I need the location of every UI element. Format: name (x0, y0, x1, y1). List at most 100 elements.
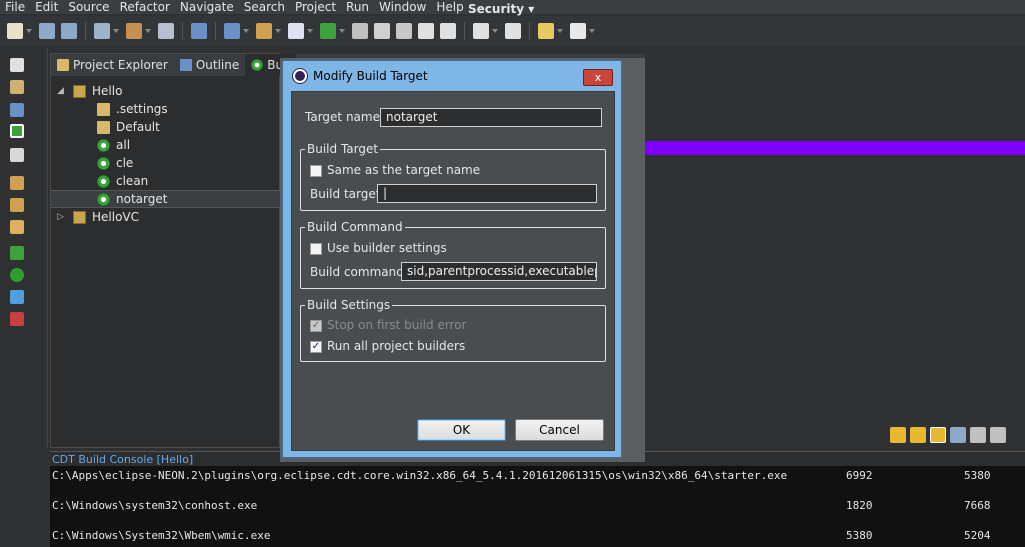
pencil-icon[interactable] (10, 220, 24, 234)
annotation-icon[interactable] (473, 23, 489, 39)
cancel-button[interactable]: Cancel (515, 419, 604, 441)
menu-refactor[interactable]: Refactor (115, 0, 175, 14)
dialog-title-bar[interactable]: Modify Build Target (283, 61, 621, 91)
menu-search[interactable]: Search (239, 0, 290, 14)
build-command-field[interactable]: sid,parentprocessid,executablepath (401, 262, 597, 281)
build-target-label: Build target: (310, 187, 385, 201)
run-target-dropdown-icon[interactable] (339, 29, 345, 33)
document-icon[interactable] (418, 23, 434, 39)
forward-dropdown-icon[interactable] (589, 29, 595, 33)
explorer-icon[interactable] (10, 80, 24, 94)
menu-run[interactable]: Run (341, 0, 374, 14)
tree-item-cle[interactable]: cle (97, 154, 133, 172)
same-as-target-checkbox[interactable] (310, 165, 322, 177)
open-folder-dropdown-icon[interactable] (275, 29, 281, 33)
tab-outline[interactable]: Outline (174, 54, 245, 76)
tree-item-clean[interactable]: clean (97, 172, 148, 190)
new-icon[interactable] (7, 23, 23, 39)
new-dropdown-icon[interactable] (26, 29, 32, 33)
folder-icon (97, 102, 110, 116)
back-arrow-icon[interactable] (538, 23, 554, 39)
tree-item-default[interactable]: Default (97, 118, 160, 136)
sync-icon[interactable] (930, 427, 946, 443)
settings-dropdown-icon[interactable] (113, 29, 119, 33)
project-explorer-icon (57, 59, 69, 71)
debug-run-icon[interactable] (10, 246, 24, 260)
toolbar-separator (464, 22, 465, 40)
target-name-label: Target name: (305, 110, 385, 124)
minimize-icon[interactable] (10, 58, 24, 72)
open-folder-icon[interactable] (10, 176, 24, 190)
coverage-icon[interactable] (10, 290, 24, 304)
toggle-icon[interactable] (352, 23, 368, 39)
forward-arrow-icon[interactable] (570, 23, 586, 39)
menu-file[interactable]: File (0, 0, 30, 14)
run-all-builders-label: Run all project builders (327, 339, 466, 353)
expanded-arrow-icon[interactable]: ◢ (57, 86, 67, 96)
new-project-dropdown-icon[interactable] (243, 29, 249, 33)
menu-project[interactable]: Project (290, 0, 341, 14)
open-folder-icon[interactable] (256, 23, 272, 39)
console-pid: 1820 (846, 499, 873, 512)
menu-navigate[interactable]: Navigate (175, 0, 239, 14)
tree-item-label: notarget (116, 192, 168, 206)
new-class-dropdown-icon[interactable] (307, 29, 313, 33)
editor-area (645, 53, 1025, 448)
target-name-field[interactable]: notarget (380, 108, 602, 127)
menu-help[interactable]: Help (431, 0, 468, 14)
run-all-builders-checkbox[interactable]: ✓ (310, 341, 322, 353)
debug-icon[interactable] (158, 23, 174, 39)
console-pid: 5380 (846, 529, 873, 542)
settings-icon[interactable] (94, 23, 110, 39)
task-icon[interactable] (10, 148, 24, 162)
tree-item-hello[interactable]: ◢ Hello (57, 82, 122, 100)
save-all-icon[interactable] (61, 23, 77, 39)
last-edit-icon[interactable] (505, 23, 521, 39)
menu-window[interactable]: Window (374, 0, 431, 14)
arrow-down-icon[interactable] (890, 427, 906, 443)
menu-source[interactable]: Source (63, 0, 114, 14)
pin-console-icon[interactable] (950, 427, 966, 443)
collapsed-arrow-icon[interactable]: ▷ (57, 212, 67, 222)
tab-label: Outline (195, 58, 240, 72)
tree-item-settings[interactable]: .settings (97, 100, 168, 118)
toolbar-separator (529, 22, 530, 40)
same-as-target-label: Same as the target name (327, 163, 481, 177)
security-menu[interactable]: Security ▾ (468, 2, 534, 16)
new-project-icon[interactable] (224, 23, 240, 39)
build-dropdown-icon[interactable] (145, 29, 151, 33)
console-ppid: 5204 (964, 529, 991, 542)
tab-project-explorer[interactable]: Project Explorer (51, 54, 174, 76)
make-target-icon (97, 138, 110, 152)
annotation-dropdown-icon[interactable] (492, 29, 498, 33)
menu-edit[interactable]: Edit (30, 0, 63, 14)
save-icon[interactable] (39, 23, 55, 39)
build-target-field[interactable]: | (377, 184, 597, 203)
tree-item-hellovc[interactable]: ▷ HelloVC (57, 208, 139, 226)
make-target-icon[interactable] (10, 124, 24, 138)
external-tools-icon[interactable] (10, 312, 24, 326)
console-row: C:\Windows\System32\Wbem\wmic.exe 5380 5… (52, 529, 991, 543)
run-icon[interactable] (10, 268, 24, 282)
pen-icon[interactable] (374, 23, 390, 39)
tree-item-all[interactable]: all (97, 136, 130, 154)
ok-button[interactable]: OK (417, 419, 506, 441)
outline-icon[interactable] (10, 103, 24, 117)
build-hammer-icon[interactable] (126, 23, 142, 39)
back-dropdown-icon[interactable] (557, 29, 563, 33)
close-button[interactable]: x (583, 69, 613, 86)
brush-icon[interactable] (396, 23, 412, 39)
display-console-icon[interactable] (970, 427, 986, 443)
open-console-icon[interactable] (990, 427, 1006, 443)
console-ppid: 5380 (964, 469, 991, 482)
use-builder-checkbox[interactable] (310, 243, 322, 255)
console-toolbar (890, 424, 1025, 446)
arrow-up-icon[interactable] (910, 427, 926, 443)
project-icon (73, 210, 86, 224)
copy-icon[interactable] (440, 23, 456, 39)
run-target-icon[interactable] (320, 23, 336, 39)
search-icon[interactable] (191, 23, 207, 39)
new-class-icon[interactable] (288, 23, 304, 39)
tree-item-label: all (116, 138, 131, 152)
folder-icon[interactable] (10, 198, 24, 212)
